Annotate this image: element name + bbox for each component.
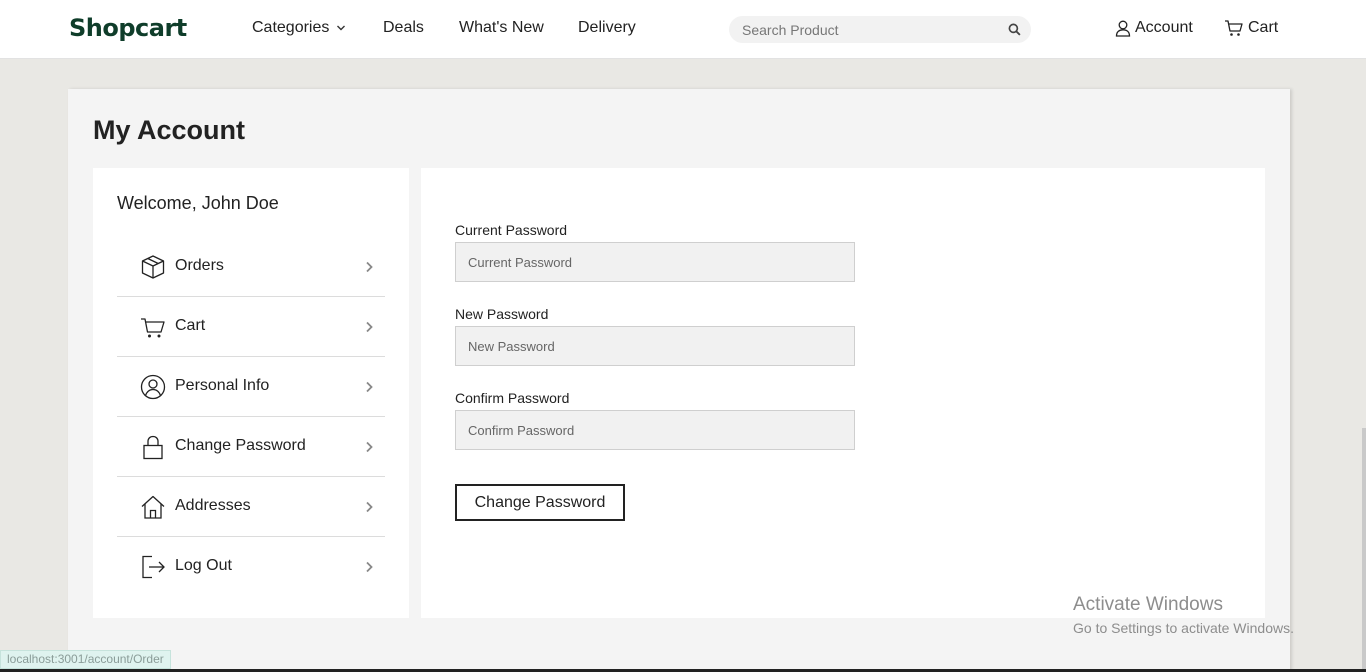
user-circle-icon	[140, 374, 166, 400]
home-icon	[141, 495, 165, 519]
user-icon	[1115, 20, 1131, 37]
chevron-right-icon	[366, 381, 373, 393]
confirm-password-field[interactable]	[455, 410, 855, 450]
nav-deals[interactable]: Deals	[383, 19, 424, 37]
account-sidebar: Welcome, John Doe Orders Cart Personal I…	[93, 168, 409, 618]
box-icon	[141, 255, 165, 279]
nav-whats-new[interactable]: What's New	[459, 19, 544, 37]
activate-windows-watermark: Activate Windows Go to Settings to activ…	[1073, 594, 1294, 636]
cart-icon	[141, 318, 165, 338]
page-title: My Account	[93, 115, 246, 145]
lock-icon	[143, 435, 163, 460]
logo[interactable]: Shopcart	[69, 14, 187, 42]
watermark-title: Activate Windows	[1073, 594, 1223, 615]
account-label: Account	[1135, 19, 1193, 36]
sidebar-item-orders[interactable]: Orders	[117, 237, 385, 297]
status-bar-url: localhost:3001/account/Order	[0, 650, 171, 669]
chevron-right-icon	[366, 501, 373, 513]
chevron-right-icon	[366, 561, 373, 573]
chevron-right-icon	[366, 441, 373, 453]
search-icon[interactable]	[1008, 23, 1021, 36]
sidebar-item-addresses[interactable]: Addresses	[117, 477, 385, 537]
sidebar-item-log-out[interactable]: Log Out	[117, 537, 385, 597]
scrollbar-thumb[interactable]	[1362, 428, 1366, 672]
sidebar-item-personal-info[interactable]: Personal Info	[117, 357, 385, 417]
change-password-button[interactable]: Change Password	[455, 484, 625, 521]
account-menu: Orders Cart Personal Info Change Passwor…	[117, 237, 385, 597]
sidebar-item-cart[interactable]: Cart	[117, 297, 385, 357]
sidebar-item-label: Cart	[175, 317, 206, 334]
nav-categories[interactable]: Categories	[252, 19, 346, 37]
current-password-label: Current Password	[455, 222, 568, 238]
cart-label: Cart	[1248, 19, 1279, 36]
chevron-down-icon	[337, 25, 346, 31]
chevron-right-icon	[366, 261, 373, 273]
sidebar-item-label: Personal Info	[175, 377, 270, 394]
nav-delivery[interactable]: Delivery	[578, 19, 636, 37]
sidebar-item-label: Orders	[175, 257, 224, 274]
nav-categories-label: Categories	[252, 19, 330, 36]
cart-link[interactable]: Cart	[1224, 19, 1278, 37]
logout-icon	[142, 555, 165, 579]
sidebar-item-label: Addresses	[175, 497, 251, 514]
sidebar-item-change-password[interactable]: Change Password	[117, 417, 385, 477]
account-page: My Account Welcome, John Doe Orders Cart…	[68, 89, 1290, 672]
sidebar-item-label: Change Password	[175, 437, 306, 454]
confirm-password-label: Confirm Password	[455, 390, 570, 406]
top-navbar: Shopcart Categories Deals What's New Del…	[0, 0, 1366, 59]
new-password-label: New Password	[455, 306, 549, 322]
sidebar-item-label: Log Out	[175, 557, 232, 574]
current-password-field[interactable]	[455, 242, 855, 282]
chevron-right-icon	[366, 321, 373, 333]
account-link[interactable]: Account	[1115, 19, 1193, 37]
cart-icon	[1225, 20, 1243, 36]
search-input[interactable]	[742, 16, 997, 43]
search-bar	[729, 16, 1031, 43]
welcome-text: Welcome, John Doe	[117, 193, 279, 213]
watermark-subtitle: Go to Settings to activate Windows.	[1073, 620, 1294, 636]
change-password-panel: Current Password New Password Confirm Pa…	[421, 168, 1265, 618]
new-password-field[interactable]	[455, 326, 855, 366]
